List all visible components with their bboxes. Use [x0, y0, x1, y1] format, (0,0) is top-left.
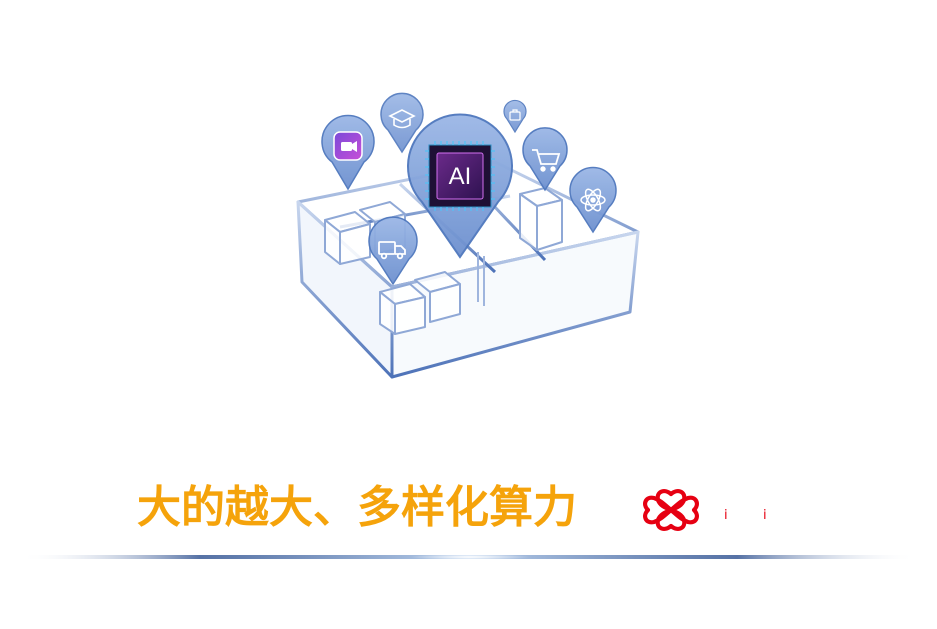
logo-text-char: i — [724, 508, 728, 523]
glowing-divider-line — [20, 554, 917, 560]
ai-chip-label: AI — [449, 163, 472, 190]
logo-text-char: i — [763, 508, 767, 523]
slide: AI 大的越大、多样化算力 i i — [0, 0, 937, 629]
ai-chip-icon: AI — [425, 141, 495, 211]
slide-title: 大的越大、多样化算力 — [137, 482, 577, 533]
video-icon — [333, 131, 363, 161]
briefcase-pin — [503, 99, 527, 134]
server-rack-illustration: AI — [296, 92, 640, 379]
video-pin — [321, 114, 375, 191]
china-unicom-knot-logo — [643, 489, 699, 531]
